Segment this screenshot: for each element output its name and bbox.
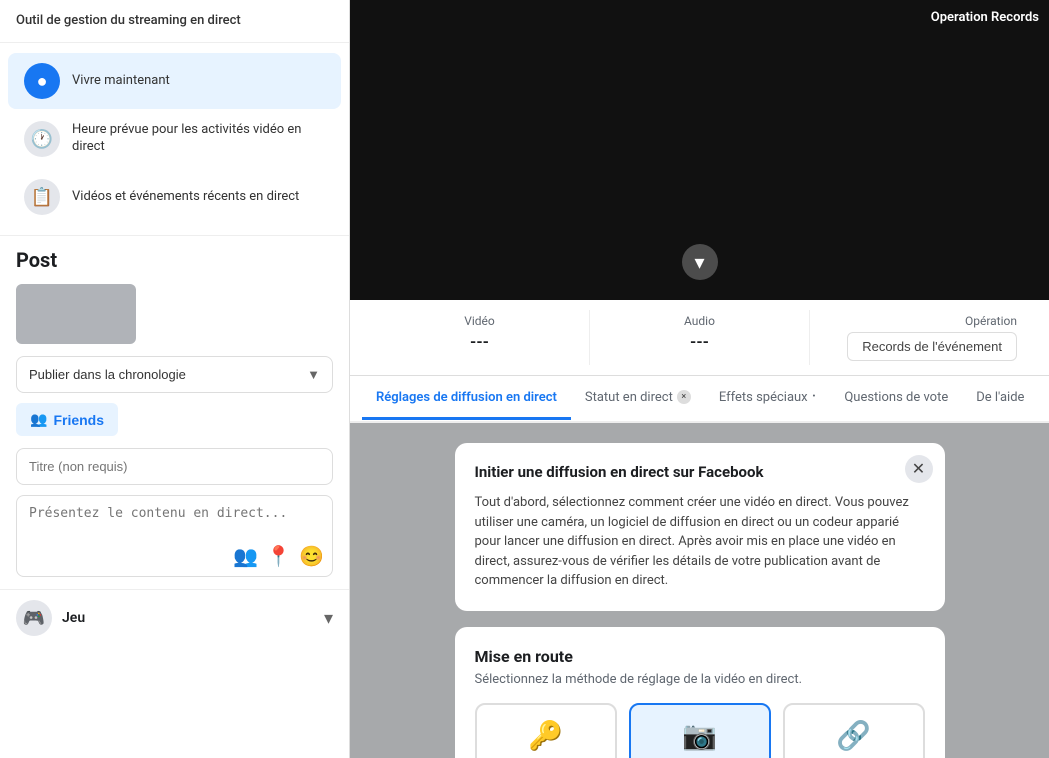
operation-records-panel: Operation Records [931,10,1039,29]
friends-label: Friends [53,412,104,428]
tab-status-label: Statut en direct [585,390,673,405]
video-preview: Operation Records ▾ [350,0,1049,300]
sidebar-item-live-now[interactable]: ● Vivre maintenant [8,53,341,109]
live-now-icon: ● [24,63,60,99]
tab-help-label: De l'aide [976,390,1024,405]
setup-dialog-title: Mise en route [475,647,925,666]
intro-dialog-close-button[interactable]: ✕ [905,455,933,483]
tab-status[interactable]: Statut en direct × [571,378,705,420]
game-icon: 🎮 [16,600,52,636]
scroll-chevron-button[interactable]: ▾ [682,244,718,280]
game-chevron-icon: ▾ [324,608,333,629]
game-label: Jeu [62,610,85,626]
sidebar-nav: ● Vivre maintenant 🕐 Heure prévue pour l… [0,43,349,236]
sidebar-item-scheduled-label: Heure prévue pour les activités vidéo en… [72,122,325,156]
tabs-bar: Réglages de diffusion en direct Statut e… [350,376,1049,423]
sidebar-item-scheduled[interactable]: 🕐 Heure prévue pour les activités vidéo … [8,111,341,167]
content-input-icons: 👥 📍 😊 [233,544,324,568]
tab-status-badge: × [677,390,691,404]
audio-stat-value: --- [602,332,797,351]
publish-chevron-icon: ▼ [307,367,320,382]
video-stat-value: --- [382,332,577,351]
clock-icon: 🕐 [24,121,60,157]
sidebar-item-live-now-label: Vivre maintenant [72,73,170,90]
recent-icon: 📋 [24,179,60,215]
post-title: Post [16,248,333,272]
event-records-button[interactable]: Records de l'événement [847,332,1017,361]
main-content: Initier une diffusion en direct sur Face… [350,423,1049,758]
setup-dialog: Mise en route Sélectionnez la méthode de… [455,627,945,758]
friends-button[interactable]: 👥 Friends [16,403,118,436]
sidebar: Outil de gestion du streaming en direct … [0,0,350,758]
operation-stat: Opération Records de l'événement [810,310,1029,365]
tab-vote[interactable]: Questions de vote [830,378,962,420]
avatar-placeholder [16,284,136,344]
video-stat-label: Vidéo [382,314,577,328]
tab-settings-label: Réglages de diffusion en direct [376,390,557,405]
tab-help[interactable]: De l'aide [962,378,1038,420]
operation-stat-label: Opération [822,314,1017,328]
sidebar-item-recent-label: Vidéos et événements récents en direct [72,189,299,206]
location-icon[interactable]: 📍 [266,544,291,568]
friends-icon: 👥 [30,411,47,428]
setup-options-row: 🔑 Utiliser le mot de passe Live Clé 📷 Ut… [475,703,925,758]
paired-encoder-icon: 🔗 [836,719,871,752]
video-stat: Vidéo --- [370,310,590,365]
title-input[interactable] [16,448,333,485]
sidebar-item-recent[interactable]: 📋 Vidéos et événements récents en direct [8,169,341,225]
stream-key-icon: 🔑 [528,719,563,752]
main-area: Operation Records ▾ Vidéo --- Audio --- … [350,0,1049,758]
operation-records-title: Operation Records [931,10,1039,25]
audio-stat-label: Audio [602,314,797,328]
option-stream-key[interactable]: 🔑 Utiliser le mot de passe Live Clé [475,703,617,758]
sidebar-header-title: Outil de gestion du streaming en direct [16,12,333,30]
content-input-wrapper: 👥 📍 😊 [16,495,333,577]
game-section[interactable]: 🎮 Jeu ▾ [0,590,349,646]
intro-dialog-text: Tout d'abord, sélectionnez comment créer… [475,493,925,591]
tab-effects[interactable]: Effets spéciaux · [705,376,831,421]
stats-bar: Vidéo --- Audio --- Opération Records de… [350,300,1049,376]
publish-dropdown-button[interactable]: Publier dans la chronologie ▼ [16,356,333,393]
intro-dialog-title: Initier une diffusion en direct sur Face… [475,463,925,481]
game-section-left: 🎮 Jeu [16,600,85,636]
dialog-overlay: Initier une diffusion en direct sur Face… [350,423,1049,758]
chevron-down-icon: ▾ [694,250,704,274]
emoji-icon[interactable]: 😊 [299,544,324,568]
option-camera[interactable]: 📷 Utilisez l'appareil photo [629,703,771,758]
content-input[interactable] [29,506,320,536]
setup-dialog-subtitle: Sélectionnez la méthode de réglage de la… [475,672,925,687]
audio-stat: Audio --- [590,310,810,365]
tab-effects-dot: · [812,388,817,406]
tab-vote-label: Questions de vote [844,390,948,405]
tag-people-icon[interactable]: 👥 [233,544,258,568]
tab-settings[interactable]: Réglages de diffusion en direct [362,378,571,420]
option-paired-encoder[interactable]: 🔗 Utiliser des encodeurs appariés [783,703,925,758]
tab-effects-label: Effets spéciaux [719,390,808,405]
post-section: Post Publier dans la chronologie ▼ 👥 Fri… [0,236,349,590]
intro-dialog: Initier une diffusion en direct sur Face… [455,443,945,611]
sidebar-header: Outil de gestion du streaming en direct [0,0,349,43]
publish-dropdown-label: Publier dans la chronologie [29,367,186,382]
camera-icon: 📷 [682,719,717,752]
